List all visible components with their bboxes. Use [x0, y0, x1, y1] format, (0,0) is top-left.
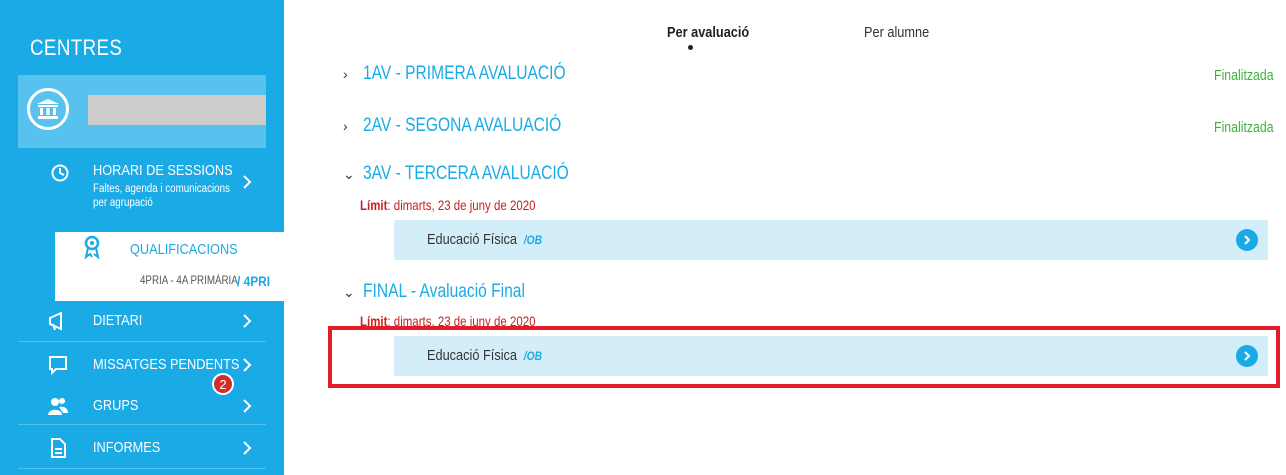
deadline-date: : dimarts, 23 de juny de 2020: [387, 197, 536, 213]
evaluation-header-2av[interactable]: › 2AV - SEGONA AVALUACIÓ: [343, 115, 605, 137]
sidebar-item-qualifications[interactable]: QUALIFICACIONS 4PRIA - 4A PRIMÀRIA / 4PR…: [55, 232, 284, 301]
qualifications-group-code: / 4PRI: [237, 273, 271, 289]
sidebar-item-grups[interactable]: GRUPS: [0, 386, 284, 426]
sidebar-item-label: GRUPS: [93, 397, 139, 414]
active-tab-indicator: [688, 45, 693, 50]
tab-per-alumne[interactable]: Per alumne: [864, 24, 929, 41]
chevron-right-icon: [242, 440, 252, 461]
divider: [18, 341, 266, 342]
sessions-title[interactable]: HORARI DE SESSIONS: [93, 162, 233, 179]
status-finalitzada: Finalitzada: [1214, 67, 1274, 84]
divider: [18, 424, 266, 425]
sidebar-item-label: DIETARI: [93, 312, 143, 329]
sidebar: CENTRES HORARI DE SESSIONS Faltes, agend…: [0, 0, 284, 475]
chevron-down-icon: ⌄: [343, 284, 355, 300]
subject-row[interactable]: Educació Física/OB: [394, 220, 1268, 260]
status-finalitzada: Finalitzada: [1214, 119, 1274, 136]
qualifications-group: 4PRIA - 4A PRIMÀRIA: [140, 275, 238, 287]
document-icon: [47, 437, 69, 459]
evaluation-header-3av[interactable]: ⌄ 3AV - TERCERA AVALUACIÓ: [343, 163, 614, 185]
evaluation-title: FINAL - Avaluació Final: [363, 281, 525, 302]
evaluation-title: 1AV - PRIMERA AVALUACIÓ: [363, 63, 566, 84]
evaluation-header-1av[interactable]: › 1AV - PRIMERA AVALUACIÓ: [343, 63, 610, 85]
sidebar-item-dietari[interactable]: DIETARI: [0, 301, 284, 341]
award-icon: [82, 235, 102, 260]
chevron-right-icon: ›: [343, 66, 348, 82]
sidebar-item-informes[interactable]: INFORMES: [0, 428, 284, 468]
evaluation-title: 3AV - TERCERA AVALUACIÓ: [363, 163, 569, 184]
sidebar-item-label: MISSATGES PENDENTS: [93, 356, 240, 373]
sidebar-item-missatges[interactable]: MISSATGES PENDENTS: [0, 345, 284, 385]
evaluation-header-final[interactable]: ⌄ FINAL - Avaluació Final: [343, 281, 560, 303]
sidebar-item-label: INFORMES: [93, 439, 161, 456]
chevron-right-icon: [242, 398, 252, 419]
chevron-right-icon[interactable]: [242, 174, 252, 195]
subject-name: Educació Física: [427, 231, 518, 248]
qualifications-label[interactable]: QUALIFICACIONS: [130, 241, 238, 258]
chevron-down-icon: ⌄: [343, 166, 355, 182]
evaluation-title: 2AV - SEGONA AVALUACIÓ: [363, 115, 562, 136]
highlight-box: [328, 326, 1280, 388]
chevron-right-icon: [242, 313, 252, 334]
divider: [18, 468, 266, 469]
clock-icon: [51, 164, 69, 182]
chevron-right-icon[interactable]: [1236, 229, 1258, 251]
subject-code: /OB: [523, 233, 542, 247]
subject-name-wrap: Educació Física/OB: [427, 231, 542, 248]
users-icon: [47, 395, 69, 417]
sessions-subtitle: Faltes, agenda i comunicacions per agrup…: [93, 183, 230, 209]
megaphone-icon: [47, 310, 69, 332]
institution-icon: [27, 88, 69, 130]
deadline-text: Límit: dimarts, 23 de juny de 2020: [360, 197, 535, 213]
center-name-redacted: [88, 95, 266, 125]
chat-icon: [47, 354, 69, 376]
view-tabs: Per avaluació Per alumne: [0, 24, 1286, 54]
center-selector[interactable]: [18, 75, 266, 148]
deadline-label: Límit: [360, 197, 388, 213]
chevron-right-icon: [242, 357, 252, 378]
tab-per-avaluacio[interactable]: Per avaluació: [667, 24, 749, 41]
chevron-right-icon: ›: [343, 118, 348, 134]
